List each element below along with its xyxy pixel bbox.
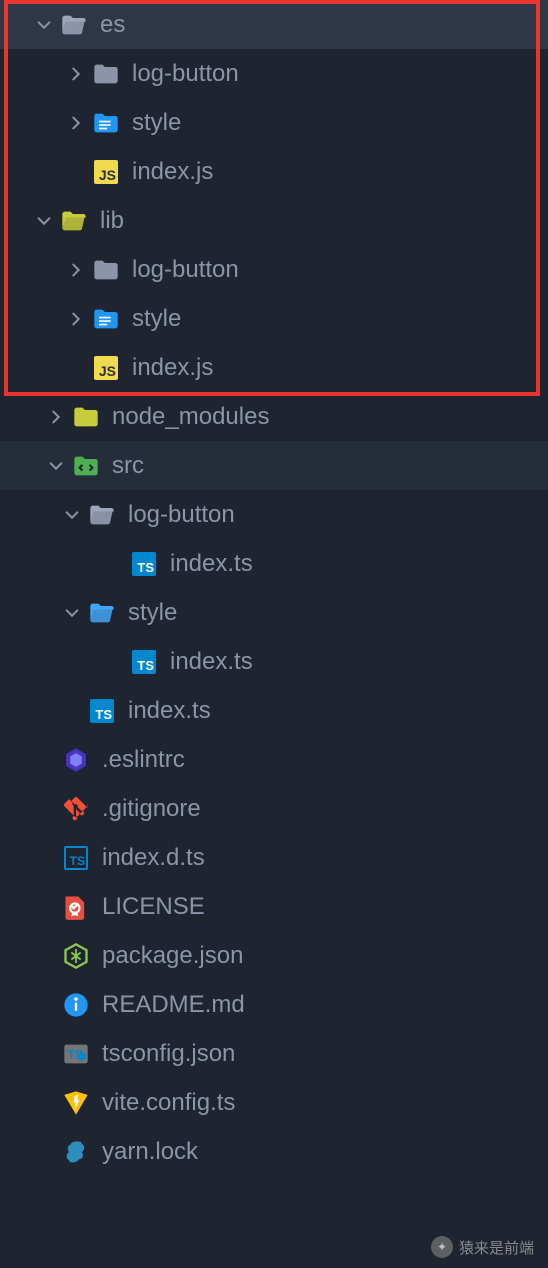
- tree-item-label: log-button: [128, 501, 235, 529]
- tree-item-label: package.json: [102, 942, 243, 970]
- tree-item-lib-index[interactable]: JS index.js: [0, 343, 548, 392]
- tree-item-lib[interactable]: lib: [0, 196, 548, 245]
- tree-item-es-logbutton[interactable]: log-button: [0, 49, 548, 98]
- tree-item-src-logbutton[interactable]: log-button: [0, 490, 548, 539]
- chevron-down-icon: [34, 15, 54, 35]
- tree-item-eslintrc[interactable]: .eslintrc: [0, 735, 548, 784]
- folder-open-icon: [60, 11, 88, 39]
- tree-item-label: index.ts: [170, 550, 253, 578]
- ts-file-icon: TS: [88, 697, 116, 725]
- watermark: ✦ 猿来是前端: [431, 1236, 534, 1258]
- tree-item-viteconfig[interactable]: vite.config.ts: [0, 1078, 548, 1127]
- folder-icon: [92, 109, 120, 137]
- tree-item-license[interactable]: LICENSE: [0, 882, 548, 931]
- eslint-icon: [62, 746, 90, 774]
- tree-item-label: lib: [100, 207, 124, 235]
- tree-item-label: src: [112, 452, 144, 480]
- git-icon: [62, 795, 90, 823]
- tree-item-src-style[interactable]: style: [0, 588, 548, 637]
- yarn-icon: [62, 1138, 90, 1166]
- tree-item-label: index.ts: [128, 697, 211, 725]
- tree-item-packagejson[interactable]: package.json: [0, 931, 548, 980]
- tree-item-src-style-index[interactable]: TS index.ts: [0, 637, 548, 686]
- folder-code-icon: [72, 452, 100, 480]
- folder-open-icon: [88, 501, 116, 529]
- tree-item-label: index.js: [132, 354, 213, 382]
- tree-item-src-logbutton-index[interactable]: TS index.ts: [0, 539, 548, 588]
- chevron-right-icon: [66, 309, 86, 329]
- tree-item-label: node_modules: [112, 403, 269, 431]
- tree-item-readme[interactable]: README.md: [0, 980, 548, 1029]
- watermark-text: 猿来是前端: [459, 1237, 534, 1258]
- file-tree: es log-button style JS index.js lib log-…: [0, 0, 548, 1176]
- tree-item-label: yarn.lock: [102, 1138, 198, 1166]
- tree-item-gitignore[interactable]: .gitignore: [0, 784, 548, 833]
- folder-icon: [92, 60, 120, 88]
- folder-open-icon: [60, 207, 88, 235]
- tree-item-label: log-button: [132, 60, 239, 88]
- chevron-right-icon: [66, 64, 86, 84]
- tree-item-label: README.md: [102, 991, 245, 1019]
- tree-item-src-index[interactable]: TS index.ts: [0, 686, 548, 735]
- tree-item-label: index.js: [132, 158, 213, 186]
- wechat-icon: ✦: [431, 1236, 453, 1258]
- chevron-right-icon: [66, 113, 86, 133]
- chevron-down-icon: [62, 505, 82, 525]
- js-file-icon: JS: [92, 354, 120, 382]
- tree-item-es-index[interactable]: JS index.js: [0, 147, 548, 196]
- tree-item-lib-style[interactable]: style: [0, 294, 548, 343]
- tree-item-label: log-button: [132, 256, 239, 284]
- chevron-down-icon: [62, 603, 82, 623]
- folder-open-icon: [88, 599, 116, 627]
- folder-icon: [92, 305, 120, 333]
- tree-item-label: style: [128, 599, 177, 627]
- folder-icon: [92, 256, 120, 284]
- tsconfig-icon: [62, 1040, 90, 1068]
- chevron-right-icon: [46, 407, 66, 427]
- vite-icon: [62, 1089, 90, 1117]
- tree-item-yarnlock[interactable]: yarn.lock: [0, 1127, 548, 1176]
- tree-item-es[interactable]: es: [0, 0, 548, 49]
- chevron-down-icon: [34, 211, 54, 231]
- nodejs-icon: [62, 942, 90, 970]
- tree-item-es-style[interactable]: style: [0, 98, 548, 147]
- tree-item-label: index.ts: [170, 648, 253, 676]
- tree-item-src[interactable]: src: [0, 441, 548, 490]
- tree-item-indexdts[interactable]: TS index.d.ts: [0, 833, 548, 882]
- tree-item-label: tsconfig.json: [102, 1040, 235, 1068]
- tree-item-node-modules[interactable]: node_modules: [0, 392, 548, 441]
- ts-def-file-icon: TS: [62, 844, 90, 872]
- tree-item-tsconfig[interactable]: tsconfig.json: [0, 1029, 548, 1078]
- tree-item-label: style: [132, 305, 181, 333]
- tree-item-label: .gitignore: [102, 795, 201, 823]
- folder-icon: [72, 403, 100, 431]
- info-icon: [62, 991, 90, 1019]
- ts-file-icon: TS: [130, 648, 158, 676]
- tree-item-label: index.d.ts: [102, 844, 205, 872]
- tree-item-label: es: [100, 11, 125, 39]
- license-icon: [62, 893, 90, 921]
- chevron-down-icon: [46, 456, 66, 476]
- tree-item-label: vite.config.ts: [102, 1089, 235, 1117]
- tree-item-lib-logbutton[interactable]: log-button: [0, 245, 548, 294]
- tree-item-label: style: [132, 109, 181, 137]
- ts-file-icon: TS: [130, 550, 158, 578]
- tree-item-label: LICENSE: [102, 893, 205, 921]
- js-file-icon: JS: [92, 158, 120, 186]
- chevron-right-icon: [66, 260, 86, 280]
- tree-item-label: .eslintrc: [102, 746, 185, 774]
